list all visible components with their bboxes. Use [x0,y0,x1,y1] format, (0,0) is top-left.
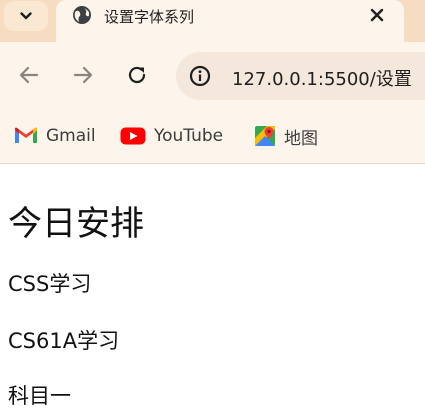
bookmark-youtube[interactable]: YouTube [120,124,223,148]
schedule-item: CS61A学习 [8,329,120,353]
tab-title: 设置字体系列 [104,8,195,26]
reload-button[interactable] [122,60,152,90]
chevron-down-icon [20,12,32,20]
schedule-item: CSS学习 [8,272,92,296]
bookmark-label: 地图 [284,128,318,149]
site-info-button[interactable] [188,64,212,88]
tab-active[interactable]: 设置字体系列 [56,0,404,42]
page-content: 今日安排 CSS学习 CS61A学习 科目一 [0,164,425,408]
schedule-item: 科目一 [8,384,71,408]
youtube-icon [120,127,146,145]
info-icon [189,65,211,87]
back-arrow-icon [19,66,39,84]
bookmark-label: YouTube [154,126,224,146]
url-text: 127.0.0.1:5500/设置 [232,69,412,90]
tab-strip: 设置字体系列 [0,0,425,42]
close-icon [370,8,384,22]
reload-icon [128,66,146,84]
bookmarks-bar: Gmail YouTube 地图 [0,110,425,164]
maps-icon [255,126,275,146]
tab-search-button[interactable] [4,1,48,31]
bookmark-label: Gmail [46,126,96,146]
browser-window: 设置字体系列 127.0.0.1:5500/设置 Gmail YouTube 地… [0,0,425,408]
bookmark-gmail[interactable]: Gmail [14,124,96,148]
forward-arrow-icon [73,66,93,84]
address-bar[interactable]: 127.0.0.1:5500/设置 [176,52,425,100]
bookmark-maps[interactable]: 地图 [254,124,318,149]
globe-icon [73,6,91,24]
back-button[interactable] [14,60,44,90]
tab-close-button[interactable] [366,4,388,26]
toolbar: 127.0.0.1:5500/设置 [0,42,425,110]
tab-strip-edge [404,0,425,32]
gmail-icon [15,127,37,143]
page-heading: 今日安排 [8,204,144,244]
forward-button[interactable] [68,60,98,90]
